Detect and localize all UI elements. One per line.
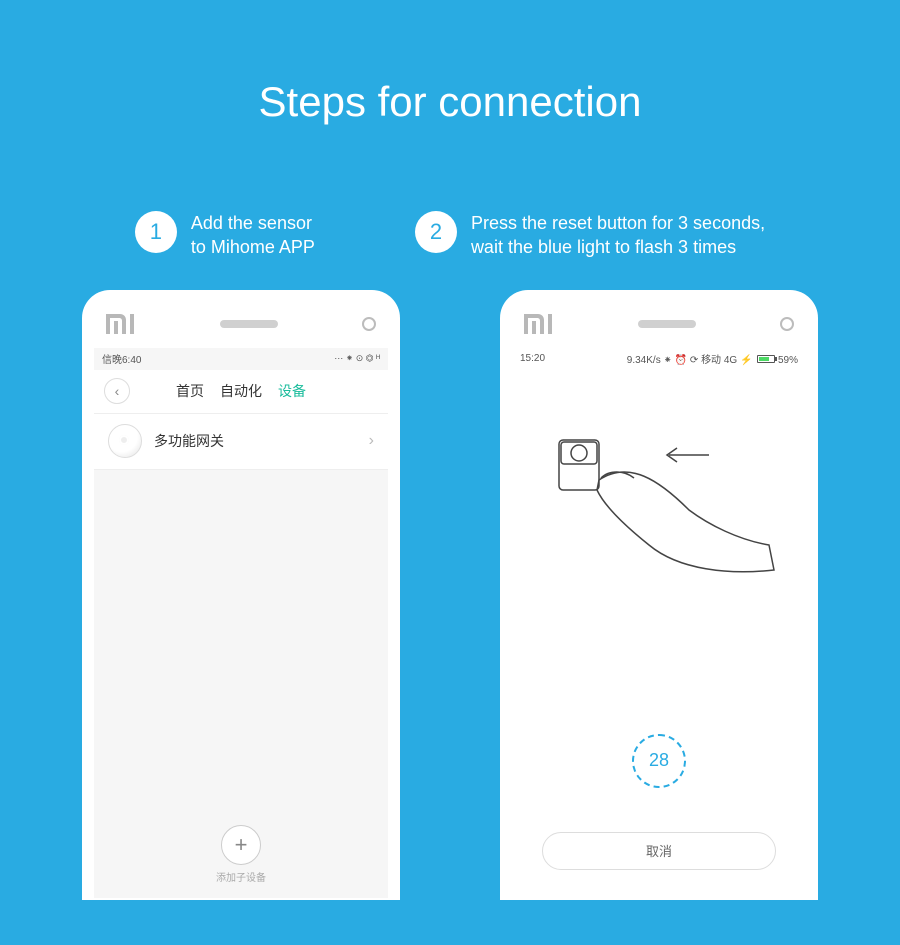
front-camera-icon bbox=[362, 317, 376, 331]
front-camera-icon bbox=[780, 317, 794, 331]
phone-mockup-2: 15:20 9.34K/s ⁕ ⏰ ⟳ 移动 4G ⚡ 59% bbox=[500, 290, 818, 900]
gateway-device-icon bbox=[108, 424, 142, 458]
mi-logo-icon bbox=[524, 314, 554, 334]
alarm-icon: ⏰ bbox=[675, 355, 687, 366]
step-text: Add the sensor to Mihome APP bbox=[191, 211, 315, 260]
status-indicators: ⋯ ⁕ ⊙ ⏣ ᴴ bbox=[334, 353, 380, 364]
mi-logo-icon bbox=[106, 314, 136, 334]
steps-row: 1 Add the sensor to Mihome APP 2 Press t… bbox=[0, 211, 900, 260]
status-bar: 信晚6:40 ⋯ ⁕ ⊙ ⏣ ᴴ bbox=[94, 348, 388, 370]
add-device-label: 添加子设备 bbox=[94, 869, 388, 884]
tab-automation[interactable]: 自动化 bbox=[220, 381, 262, 401]
tab-devices[interactable]: 设备 bbox=[278, 381, 306, 401]
step-number-badge: 2 bbox=[415, 211, 457, 253]
battery-icon bbox=[757, 355, 775, 363]
countdown-timer: 28 bbox=[632, 734, 686, 788]
phone-bezel-top bbox=[512, 300, 806, 348]
step-1: 1 Add the sensor to Mihome APP bbox=[135, 211, 315, 260]
device-list-item[interactable]: 多功能网关 › bbox=[94, 414, 388, 470]
page-title: Steps for connection bbox=[0, 0, 900, 126]
step-number-badge: 1 bbox=[135, 211, 177, 253]
status-time: 15:20 bbox=[520, 353, 545, 364]
device-name-label: 多功能网关 bbox=[154, 431, 357, 451]
tab-home[interactable]: 首页 bbox=[176, 381, 204, 401]
chevron-right-icon: › bbox=[369, 432, 374, 450]
add-device-area: + 添加子设备 bbox=[94, 825, 388, 884]
plus-icon: + bbox=[235, 832, 248, 858]
phone-bezel-top bbox=[94, 300, 388, 348]
status-indicators: 9.34K/s ⁕ ⏰ ⟳ 移动 4G ⚡ 59% bbox=[627, 351, 798, 366]
tab-bar: 首页 自动化 设备 bbox=[176, 381, 306, 401]
app-navbar: ‹ 首页 自动化 设备 bbox=[94, 370, 388, 414]
bluetooth-icon: ⁕ bbox=[663, 355, 671, 366]
speaker-slot bbox=[638, 320, 696, 328]
status-battery-pct: 59% bbox=[778, 355, 798, 366]
phone-mockup-1: 信晚6:40 ⋯ ⁕ ⊙ ⏣ ᴴ ‹ 首页 自动化 设备 多功能网关 › bbox=[82, 290, 400, 900]
chevron-left-icon: ‹ bbox=[115, 383, 120, 399]
back-button[interactable]: ‹ bbox=[104, 378, 130, 404]
pairing-screen: 28 取消 bbox=[512, 370, 806, 898]
status-time: 信晚6:40 bbox=[102, 351, 141, 366]
phone-screen-2: 15:20 9.34K/s ⁕ ⏰ ⟳ 移动 4G ⚡ 59% bbox=[512, 348, 806, 898]
phone-screen-1: 信晚6:40 ⋯ ⁕ ⊙ ⏣ ᴴ ‹ 首页 自动化 设备 多功能网关 › bbox=[94, 348, 388, 898]
status-bar: 15:20 9.34K/s ⁕ ⏰ ⟳ 移动 4G ⚡ 59% bbox=[512, 348, 806, 370]
sync-icon: ⟳ bbox=[690, 355, 698, 366]
cancel-button[interactable]: 取消 bbox=[542, 832, 776, 870]
phones-row: 信晚6:40 ⋯ ⁕ ⊙ ⏣ ᴴ ‹ 首页 自动化 设备 多功能网关 › bbox=[0, 290, 900, 900]
charging-icon: ⚡ bbox=[740, 355, 752, 366]
step-text: Press the reset button for 3 seconds, wa… bbox=[471, 211, 765, 260]
press-reset-illustration bbox=[512, 420, 806, 580]
speaker-slot bbox=[220, 320, 278, 328]
add-device-button[interactable]: + bbox=[221, 825, 261, 865]
status-network: 移动 4G bbox=[701, 355, 737, 366]
status-speed: 9.34K/s bbox=[627, 355, 661, 366]
step-2: 2 Press the reset button for 3 seconds, … bbox=[415, 211, 765, 260]
